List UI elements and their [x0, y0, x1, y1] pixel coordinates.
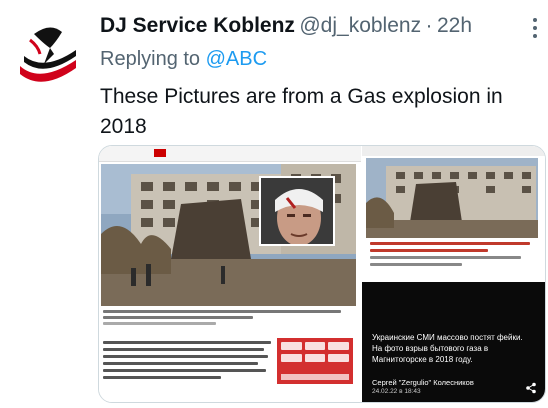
overlay-caption-text: Украинские СМИ массово постят фейки. На … — [372, 333, 523, 364]
tweet-header: DJ Service Koblenz @dj_koblenz · 22h — [100, 14, 518, 44]
article-paragraph — [103, 341, 271, 383]
phone-site-header — [362, 146, 545, 156]
dj-logo-icon — [12, 18, 84, 90]
news-article-image — [99, 146, 361, 402]
separator: · — [425, 14, 433, 37]
reply-prefix: Replying to — [100, 48, 206, 70]
ad-banner[interactable] — [277, 338, 353, 384]
building-photo — [366, 158, 538, 238]
news-site-header — [99, 146, 361, 162]
phone-screenshot: Украинские СМИ массово постят фейки. На … — [362, 146, 545, 402]
timestamp[interactable]: 22h — [437, 14, 472, 37]
reply-line: Replying to @ABC — [100, 48, 267, 71]
overlay-date: 24.02.22 в 18:43 — [372, 388, 421, 395]
caption-overlay: Украинские СМИ массово постят фейки. На … — [362, 282, 545, 402]
avatar[interactable] — [10, 14, 86, 94]
media-attachment[interactable]: Украинские СМИ массово постят фейки. На … — [98, 145, 546, 403]
photo-caption — [103, 310, 353, 328]
overlay-author: Сергей "Zergulio" Колесников — [372, 378, 474, 387]
phone-article-text — [370, 242, 538, 270]
handle[interactable]: @dj_koblenz — [299, 14, 421, 37]
tweet-text: These Pictures are from a Gas explosion … — [100, 85, 503, 138]
reply-mention-link[interactable]: @ABC — [206, 48, 267, 70]
more-options-icon[interactable] — [532, 18, 538, 40]
news-logo-block — [154, 149, 166, 157]
display-name[interactable]: DJ Service Koblenz — [100, 14, 295, 37]
share-icon[interactable] — [525, 382, 537, 394]
injured-woman-photo — [259, 176, 335, 246]
